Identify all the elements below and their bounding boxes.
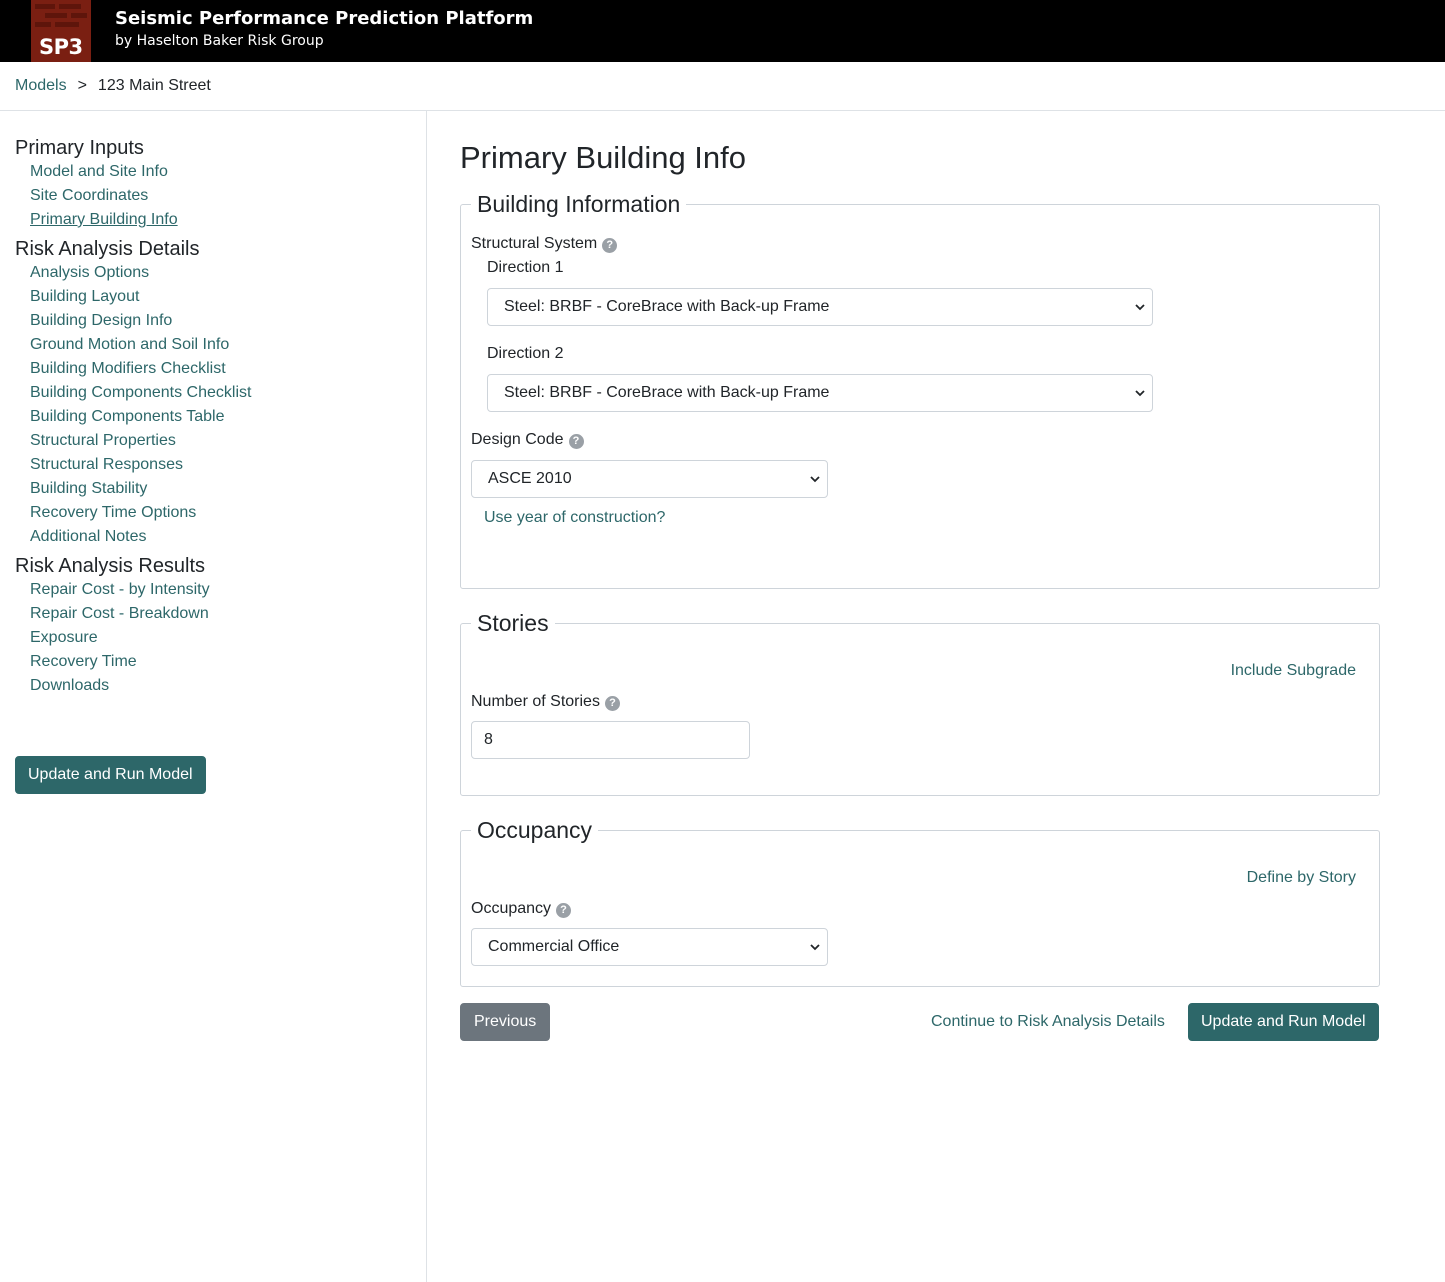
sidebar-heading-primary-inputs: Primary Inputs [15,137,144,159]
sidebar-item-building-modifiers-checklist[interactable]: Building Modifiers Checklist [30,360,226,377]
previous-button[interactable]: Previous [460,1003,551,1041]
sidebar-item-building-design-info[interactable]: Building Design Info [30,312,172,329]
sidebar-heading-risk-analysis-results: Risk Analysis Results [15,555,206,577]
occupancy-legend: Occupancy [471,818,599,842]
sidebar-item-analysis-options[interactable]: Analysis Options [30,264,149,281]
stories-legend: Stories [471,611,555,635]
app-title: Seismic Performance Prediction Platform [115,8,534,29]
header-divider [0,110,1445,111]
chevron-down-icon [1135,390,1145,397]
define-by-story-link[interactable]: Define by Story [1247,869,1356,887]
structural-system-label: Structural System ? [471,235,618,253]
sidebar-update-run-button[interactable]: Update and Run Model [15,756,206,794]
stories-panel: Stories Include Subgrade Number of Stori… [460,611,1380,796]
chevron-down-icon [1135,304,1145,311]
sidebar-item-building-layout[interactable]: Building Layout [30,288,139,305]
design-code-select[interactable]: ASCE 2010 [471,460,828,498]
breadcrumb-separator: > [77,77,87,94]
sidebar-item-primary-building-info[interactable]: Primary Building Info [30,211,178,228]
structural-system-label-text: Structural System [471,235,598,252]
sidebar-item-recovery-time[interactable]: Recovery Time [30,653,137,670]
include-subgrade-link[interactable]: Include Subgrade [1231,662,1356,680]
direction2-select[interactable]: Steel: BRBF - CoreBrace with Back-up Fra… [487,374,1153,412]
sidebar-item-recovery-time-options[interactable]: Recovery Time Options [30,504,196,521]
breadcrumb-models-link[interactable]: Models [15,77,67,95]
direction1-select-value: Steel: BRBF - CoreBrace with Back-up Fra… [504,298,830,315]
top-navbar: SP3 Seismic Performance Prediction Platf… [0,0,1445,62]
help-icon[interactable]: ? [568,434,584,449]
sidebar-item-structural-properties[interactable]: Structural Properties [30,432,176,449]
breadcrumb: Models > 123 Main Street [15,75,211,97]
direction1-label: Direction 1 [487,259,564,276]
sidebar-item-site-coordinates[interactable]: Site Coordinates [30,187,148,204]
sidebar-heading-risk-analysis-details: Risk Analysis Details [15,238,200,260]
sidebar: Primary Inputs Model and Site Info Site … [15,136,415,703]
design-code-select-value: ASCE 2010 [488,470,572,487]
breadcrumb-current: 123 Main Street [97,77,211,94]
chevron-down-icon [810,944,820,951]
sidebar-item-building-stability[interactable]: Building Stability [30,480,147,497]
sidebar-item-model-and-site-info[interactable]: Model and Site Info [30,163,168,180]
building-information-legend: Building Information [471,192,687,216]
number-of-stories-label: Number of Stories ? [471,693,620,711]
occupancy-label: Occupancy ? [471,900,572,918]
occupancy-select[interactable]: Commercial Office [471,928,828,966]
sidebar-item-exposure[interactable]: Exposure [30,629,98,646]
chevron-down-icon [810,476,820,483]
update-run-model-button[interactable]: Update and Run Model [1188,1003,1379,1041]
occupancy-label-text: Occupancy [471,900,552,917]
help-icon[interactable]: ? [556,903,572,918]
direction2-label: Direction 2 [487,345,564,362]
occupancy-select-value: Commercial Office [488,938,620,955]
sidebar-item-structural-responses[interactable]: Structural Responses [30,456,183,473]
sidebar-item-building-components-checklist[interactable]: Building Components Checklist [30,384,251,401]
design-code-label-text: Design Code [471,431,564,448]
sidebar-item-building-components-table[interactable]: Building Components Table [30,408,225,425]
number-of-stories-label-text: Number of Stories [471,693,600,710]
sidebar-item-downloads[interactable]: Downloads [30,677,109,694]
continue-to-risk-analysis-link[interactable]: Continue to Risk Analysis Details [931,1013,1165,1031]
sidebar-divider [426,111,427,1282]
direction2-select-value: Steel: BRBF - CoreBrace with Back-up Fra… [504,384,830,401]
sidebar-item-repair-cost-by-intensity[interactable]: Repair Cost - by Intensity [30,581,210,598]
building-information-panel: Building Information Structural System ?… [460,192,1380,589]
sidebar-item-ground-motion-and-soil-info[interactable]: Ground Motion and Soil Info [30,336,229,353]
app-subtitle: by Haselton Baker Risk Group [115,33,324,49]
direction1-select[interactable]: Steel: BRBF - CoreBrace with Back-up Fra… [487,288,1153,326]
design-code-label: Design Code ? [471,431,584,449]
occupancy-panel: Occupancy Define by Story Occupancy ? Co… [460,818,1380,987]
use-year-of-construction-link[interactable]: Use year of construction? [484,509,665,527]
logo-text: SP3 [39,35,83,59]
page-title: Primary Building Info [460,140,747,175]
number-of-stories-input[interactable]: 8 [471,721,750,759]
sidebar-item-repair-cost-breakdown[interactable]: Repair Cost - Breakdown [30,605,209,622]
sp3-logo[interactable]: SP3 [31,0,91,62]
sidebar-item-additional-notes[interactable]: Additional Notes [30,528,147,545]
help-icon[interactable]: ? [602,238,618,253]
help-icon[interactable]: ? [604,696,620,711]
